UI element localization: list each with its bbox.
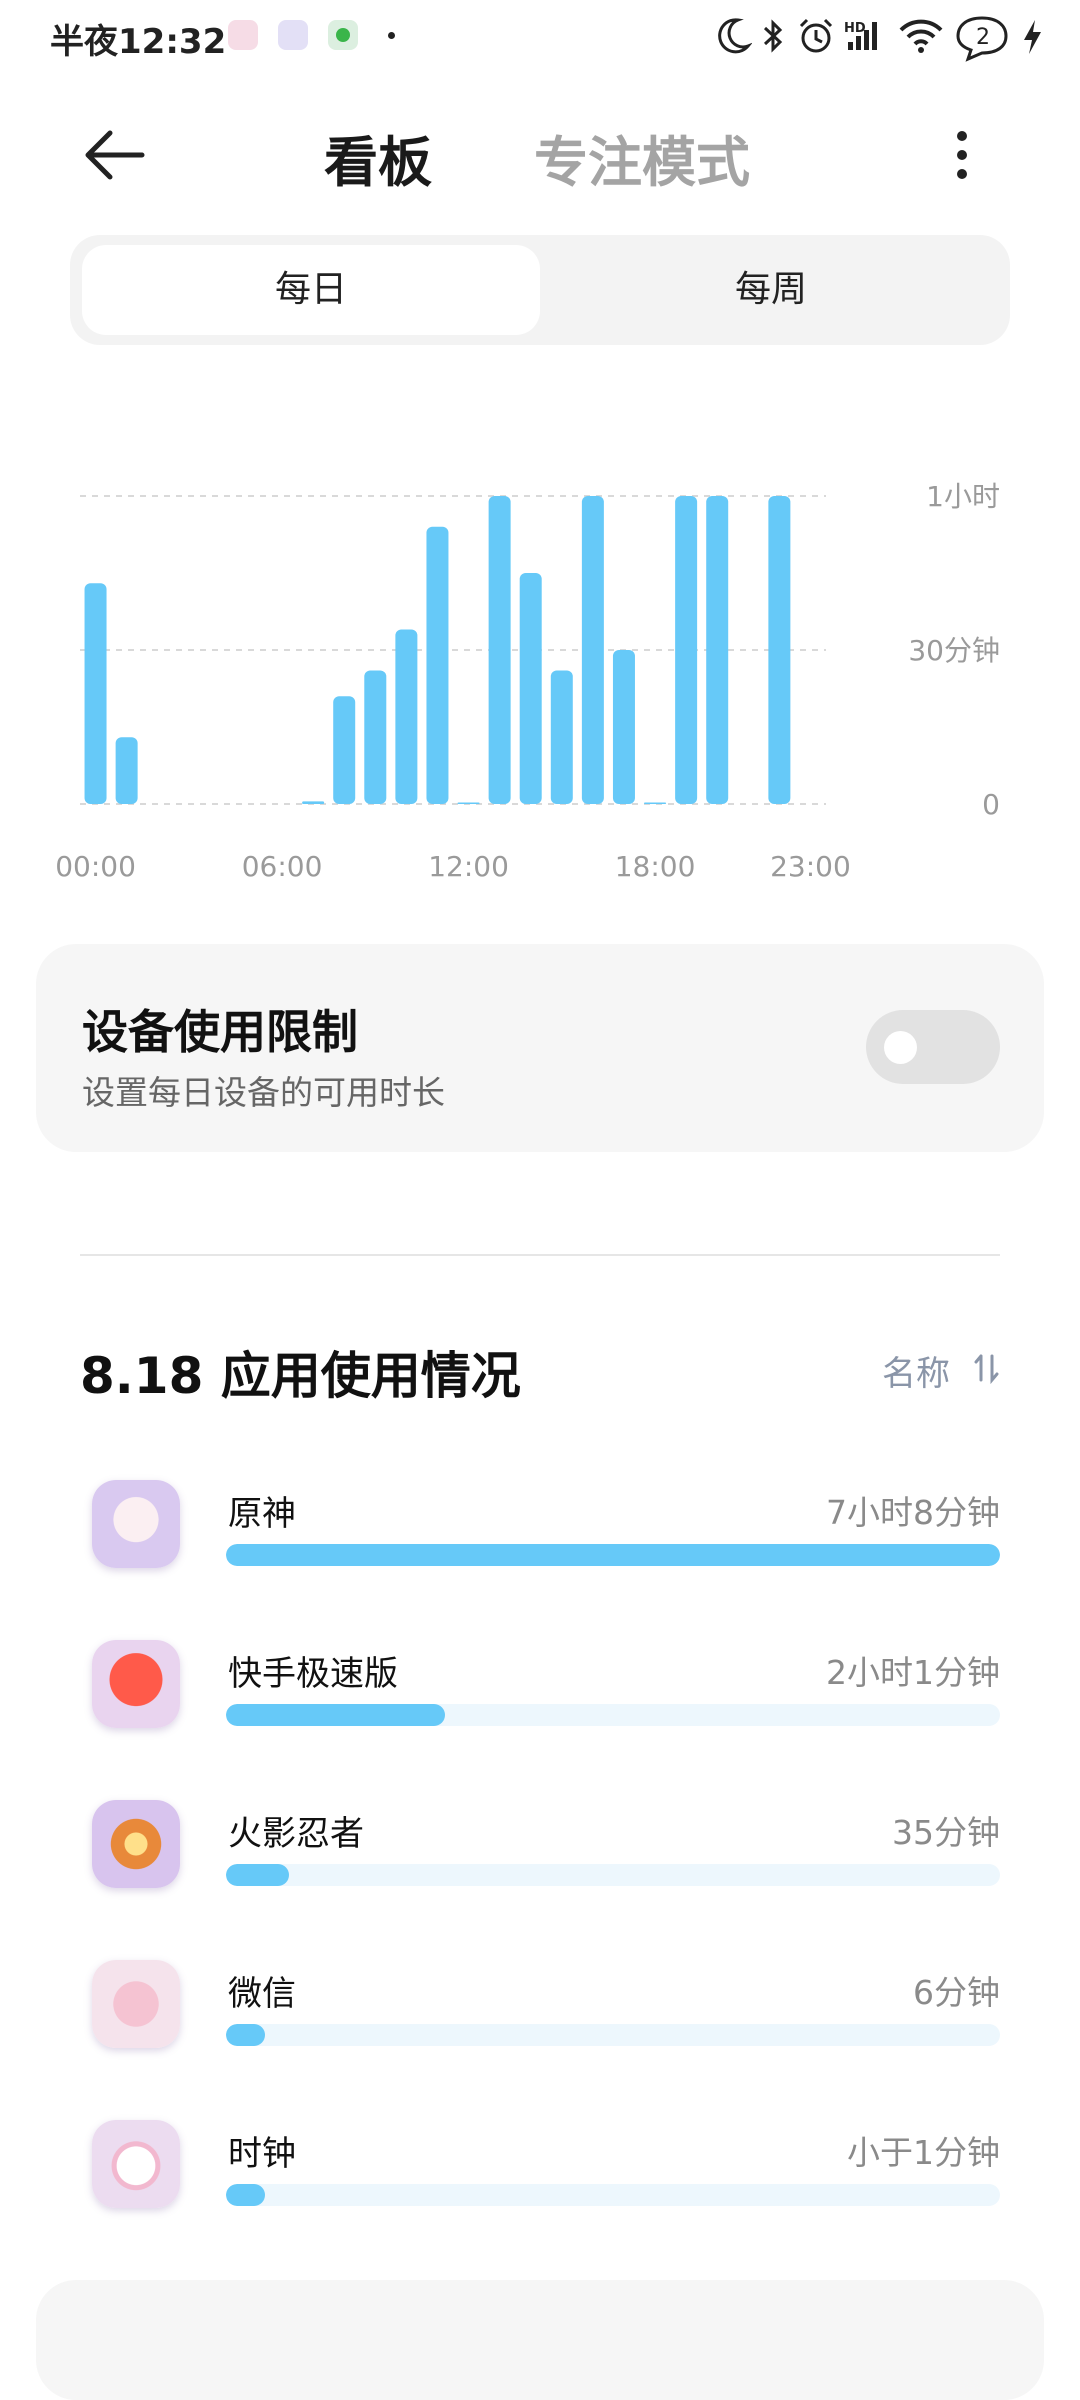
app-usage-time: 2小时1分钟 xyxy=(826,1653,1000,1692)
signal-icon: HD xyxy=(844,21,877,50)
device-limit-subtitle: 设置每日设备的可用时长 xyxy=(82,1073,445,1112)
chart-bar xyxy=(612,650,635,804)
chart-bar xyxy=(550,670,573,804)
next-section-card xyxy=(36,2280,1044,2400)
usage-section-title: 8.18 应用使用情况 xyxy=(80,1347,521,1405)
usage-bar-track xyxy=(226,1704,1000,1726)
period-switch: 每日 每周 xyxy=(70,235,1010,345)
chart-bar xyxy=(488,496,511,804)
usage-bar-fill xyxy=(226,2024,265,2046)
chart-y-tick-label: 0 xyxy=(982,788,1000,821)
app-usage-row[interactable]: 时钟 小于1分钟 xyxy=(0,2110,1080,2270)
app-usage-time: 35分钟 xyxy=(892,1813,1000,1852)
more-vertical-icon[interactable] xyxy=(950,125,974,185)
status-bar: 半夜12:32 HD 2 xyxy=(0,0,1080,76)
app-usage-time: 小于1分钟 xyxy=(847,2133,1000,2172)
usage-bar-fill xyxy=(226,2184,265,2206)
svg-text:2: 2 xyxy=(976,25,990,50)
more-notifications-dot xyxy=(388,32,395,39)
app-name: 原神 xyxy=(228,1494,296,1534)
message-bubble-icon: 2 xyxy=(956,16,1008,62)
sort-icon[interactable] xyxy=(972,1350,1002,1386)
chart-bar xyxy=(644,802,667,804)
chart-bar xyxy=(457,802,480,804)
chart-x-tick-label: 12:00 xyxy=(428,850,509,883)
usage-bar-track xyxy=(226,1864,1000,1886)
clock-app-icon xyxy=(92,2120,180,2208)
chart-y-tick-label: 30分钟 xyxy=(908,634,1000,667)
app-usage-time: 6分钟 xyxy=(913,1973,1000,2012)
charging-icon xyxy=(1024,20,1041,54)
chart-bar xyxy=(333,696,356,804)
chat-notification-icon xyxy=(278,20,308,50)
section-divider xyxy=(80,1254,1000,1256)
chart-bar xyxy=(426,526,449,804)
device-limit-toggle[interactable] xyxy=(866,1010,1000,1084)
app-usage-row[interactable]: 快手极速版 2小时1分钟 xyxy=(0,1630,1080,1790)
hourly-usage-chart: 1小时 30分钟 0 00:00 06:00 12:00 18:00 23:00 xyxy=(55,480,1000,883)
sort-by-name-button[interactable]: 名称 xyxy=(882,1346,950,1395)
chart-bar xyxy=(768,496,791,804)
app-name: 时钟 xyxy=(228,2134,296,2174)
chart-bar xyxy=(302,801,325,804)
tab-dashboard[interactable]: 看板 xyxy=(324,118,432,197)
app-notification-icon xyxy=(228,20,258,50)
kuaishou-app-icon xyxy=(92,1640,180,1728)
alarm-icon xyxy=(799,18,833,53)
chart-y-tick-label: 1小时 xyxy=(926,480,1000,513)
usage-bar-track xyxy=(226,2024,1000,2046)
app-usage-time: 7小时8分钟 xyxy=(826,1493,1000,1532)
device-limit-card[interactable]: 设备使用限制 设置每日设备的可用时长 xyxy=(36,944,1044,1152)
chart-x-tick-label: 00:00 xyxy=(55,850,136,883)
moon-icon xyxy=(718,18,752,54)
usage-bar-track xyxy=(226,2184,1000,2206)
chart-x-tick-label: 23:00 xyxy=(770,850,851,883)
device-limit-title: 设备使用限制 xyxy=(82,1005,358,1059)
wechat-app-icon xyxy=(92,1960,180,2048)
chart-bar xyxy=(115,737,138,804)
chart-x-tick-label: 18:00 xyxy=(615,850,696,883)
segment-weekly[interactable]: 每周 xyxy=(542,245,1000,335)
app-usage-list: 原神 7小时8分钟快手极速版 2小时1分钟火影忍者 35分钟微信 6分钟时钟 小于1分钟 xyxy=(0,1470,1080,2270)
naruto-app-icon xyxy=(92,1800,180,1888)
wifi-icon xyxy=(899,19,943,53)
toggle-knob xyxy=(884,1031,917,1064)
chart-bar xyxy=(519,573,542,804)
chart-bar xyxy=(364,670,387,804)
tab-focus-mode[interactable]: 专注模式 xyxy=(534,118,750,197)
chart-bar xyxy=(706,496,729,804)
svg-text:HD: HD xyxy=(844,21,866,36)
wechat-notification-icon xyxy=(328,20,358,50)
chart-bar xyxy=(675,496,698,804)
bluetooth-icon xyxy=(763,19,783,53)
usage-bar-fill xyxy=(226,1864,290,1886)
status-time: 半夜12:32 xyxy=(50,22,227,62)
usage-bar-fill xyxy=(226,1704,446,1726)
app-usage-row[interactable]: 微信 6分钟 xyxy=(0,1950,1080,2110)
segment-daily[interactable]: 每日 xyxy=(82,245,540,335)
app-name: 火影忍者 xyxy=(228,1814,364,1854)
usage-bar-fill xyxy=(226,1544,1000,1566)
usage-bar-track xyxy=(226,1544,1000,1566)
chart-bar xyxy=(581,496,604,804)
app-usage-row[interactable]: 原神 7小时8分钟 xyxy=(0,1470,1080,1630)
chart-bar xyxy=(84,583,107,804)
app-usage-row[interactable]: 火影忍者 35分钟 xyxy=(0,1790,1080,1950)
app-name: 快手极速版 xyxy=(228,1654,398,1694)
chart-x-tick-label: 06:00 xyxy=(242,850,323,883)
chart-bar xyxy=(395,629,418,804)
genshin-app-icon xyxy=(92,1480,180,1568)
app-name: 微信 xyxy=(228,1974,296,2014)
back-arrow-icon[interactable] xyxy=(80,120,150,190)
